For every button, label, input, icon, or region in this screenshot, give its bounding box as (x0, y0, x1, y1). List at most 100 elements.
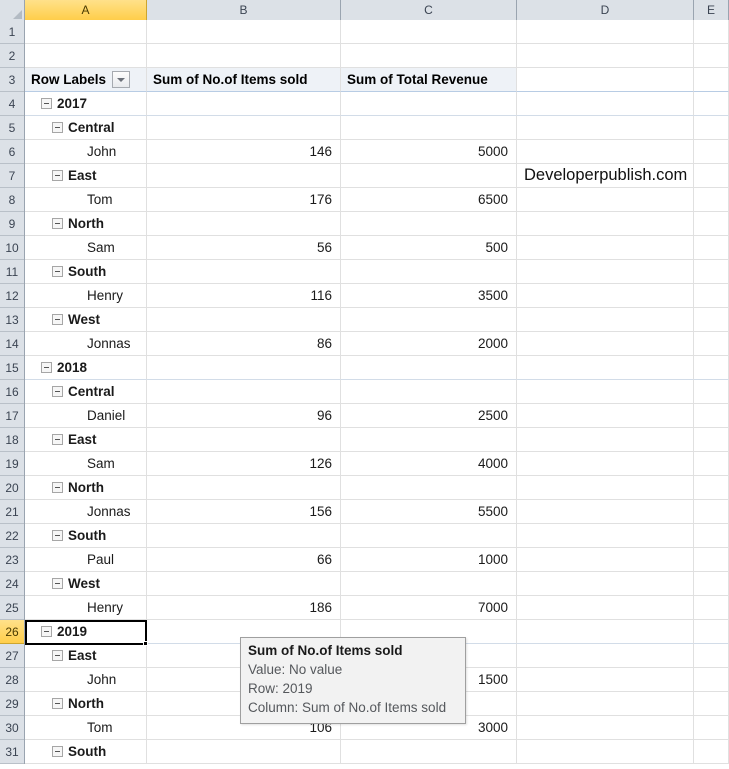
row-header-9[interactable]: 9 (0, 212, 24, 236)
cell-e9[interactable] (694, 212, 729, 236)
cell-c16[interactable] (341, 380, 517, 404)
row-header-18[interactable]: 18 (0, 428, 24, 452)
cell-c9[interactable] (341, 212, 517, 236)
collapse-minus-icon[interactable] (52, 386, 63, 397)
collapse-minus-icon[interactable] (52, 314, 63, 325)
cell-a2[interactable] (25, 44, 147, 68)
collapse-minus-icon[interactable] (52, 122, 63, 133)
cell-b13[interactable] (147, 308, 341, 332)
cell-d6[interactable] (517, 140, 694, 164)
cell-a18[interactable]: East (25, 428, 147, 452)
cell-c6[interactable]: 5000 (341, 140, 517, 164)
row-header-31[interactable]: 31 (0, 740, 24, 764)
cell-a6[interactable]: John (25, 140, 147, 164)
row-header-4[interactable]: 4 (0, 92, 24, 116)
cell-b11[interactable] (147, 260, 341, 284)
cell-b21[interactable]: 156 (147, 500, 341, 524)
cell-a28[interactable]: John (25, 668, 147, 692)
row-header-28[interactable]: 28 (0, 668, 24, 692)
cell-c12[interactable]: 3500 (341, 284, 517, 308)
cell-d21[interactable] (517, 500, 694, 524)
cell-c18[interactable] (341, 428, 517, 452)
row-header-2[interactable]: 2 (0, 44, 24, 68)
cell-d13[interactable] (517, 308, 694, 332)
cell-a8[interactable]: Tom (25, 188, 147, 212)
cell-e21[interactable] (694, 500, 729, 524)
cell-a29[interactable]: North (25, 692, 147, 716)
row-header-7[interactable]: 7 (0, 164, 24, 188)
cell-c8[interactable]: 6500 (341, 188, 517, 212)
cell-e22[interactable] (694, 524, 729, 548)
row-header-14[interactable]: 14 (0, 332, 24, 356)
column-header-a[interactable]: A (25, 0, 147, 20)
collapse-minus-icon[interactable] (41, 362, 52, 373)
column-header-d[interactable]: D (517, 0, 694, 20)
cell-b2[interactable] (147, 44, 341, 68)
cell-d7[interactable]: Developerpublish.com (517, 164, 694, 188)
cell-a25[interactable]: Henry (25, 596, 147, 620)
cell-e12[interactable] (694, 284, 729, 308)
cell-c5[interactable] (341, 116, 517, 140)
row-header-24[interactable]: 24 (0, 572, 24, 596)
cell-a5[interactable]: Central (25, 116, 147, 140)
collapse-minus-icon[interactable] (41, 98, 52, 109)
cell-b25[interactable]: 186 (147, 596, 341, 620)
cell-b14[interactable]: 86 (147, 332, 341, 356)
cell-c20[interactable] (341, 476, 517, 500)
cell-d31[interactable] (517, 740, 694, 764)
cell-b24[interactable] (147, 572, 341, 596)
cell-b23[interactable]: 66 (147, 548, 341, 572)
cell-e16[interactable] (694, 380, 729, 404)
cell-e4[interactable] (694, 92, 729, 116)
row-header-5[interactable]: 5 (0, 116, 24, 140)
cell-e18[interactable] (694, 428, 729, 452)
cell-d17[interactable] (517, 404, 694, 428)
cell-a12[interactable]: Henry (25, 284, 147, 308)
cell-d25[interactable] (517, 596, 694, 620)
row-header-1[interactable]: 1 (0, 20, 24, 44)
cell-e3[interactable] (694, 68, 729, 92)
row-header-25[interactable]: 25 (0, 596, 24, 620)
cell-d5[interactable] (517, 116, 694, 140)
cell-d26[interactable] (517, 620, 694, 644)
filter-dropdown-icon[interactable] (112, 71, 131, 88)
cell-c4[interactable] (341, 92, 517, 116)
cell-e5[interactable] (694, 116, 729, 140)
cell-e2[interactable] (694, 44, 729, 68)
cell-c23[interactable]: 1000 (341, 548, 517, 572)
cell-e11[interactable] (694, 260, 729, 284)
row-header-23[interactable]: 23 (0, 548, 24, 572)
cell-e28[interactable] (694, 668, 729, 692)
cell-d10[interactable] (517, 236, 694, 260)
cell-b12[interactable]: 116 (147, 284, 341, 308)
cell-b17[interactable]: 96 (147, 404, 341, 428)
cell-e25[interactable] (694, 596, 729, 620)
row-header-27[interactable]: 27 (0, 644, 24, 668)
cell-d12[interactable] (517, 284, 694, 308)
cell-b22[interactable] (147, 524, 341, 548)
cell-c14[interactable]: 2000 (341, 332, 517, 356)
collapse-minus-icon[interactable] (52, 170, 63, 181)
cell-c7[interactable] (341, 164, 517, 188)
spreadsheet-grid[interactable]: A B C D E 1 2 3 4 5 6 7 8 9 10 11 12 13 14 15 16 17 18 19 2… (0, 0, 729, 769)
row-header-13[interactable]: 13 (0, 308, 24, 332)
cell-e19[interactable] (694, 452, 729, 476)
cell-c11[interactable] (341, 260, 517, 284)
cell-b6[interactable]: 146 (147, 140, 341, 164)
row-header-6[interactable]: 6 (0, 140, 24, 164)
collapse-minus-icon[interactable] (52, 698, 63, 709)
cell-e13[interactable] (694, 308, 729, 332)
cell-e15[interactable] (694, 356, 729, 380)
collapse-minus-icon[interactable] (52, 746, 63, 757)
cell-c19[interactable]: 4000 (341, 452, 517, 476)
collapse-minus-icon[interactable] (52, 650, 63, 661)
cell-b4[interactable] (147, 92, 341, 116)
cell-a16[interactable]: Central (25, 380, 147, 404)
cell-d9[interactable] (517, 212, 694, 236)
cell-e8[interactable] (694, 188, 729, 212)
row-header-21[interactable]: 21 (0, 500, 24, 524)
cell-b9[interactable] (147, 212, 341, 236)
collapse-minus-icon[interactable] (52, 266, 63, 277)
cell-b19[interactable]: 126 (147, 452, 341, 476)
collapse-minus-icon[interactable] (52, 218, 63, 229)
